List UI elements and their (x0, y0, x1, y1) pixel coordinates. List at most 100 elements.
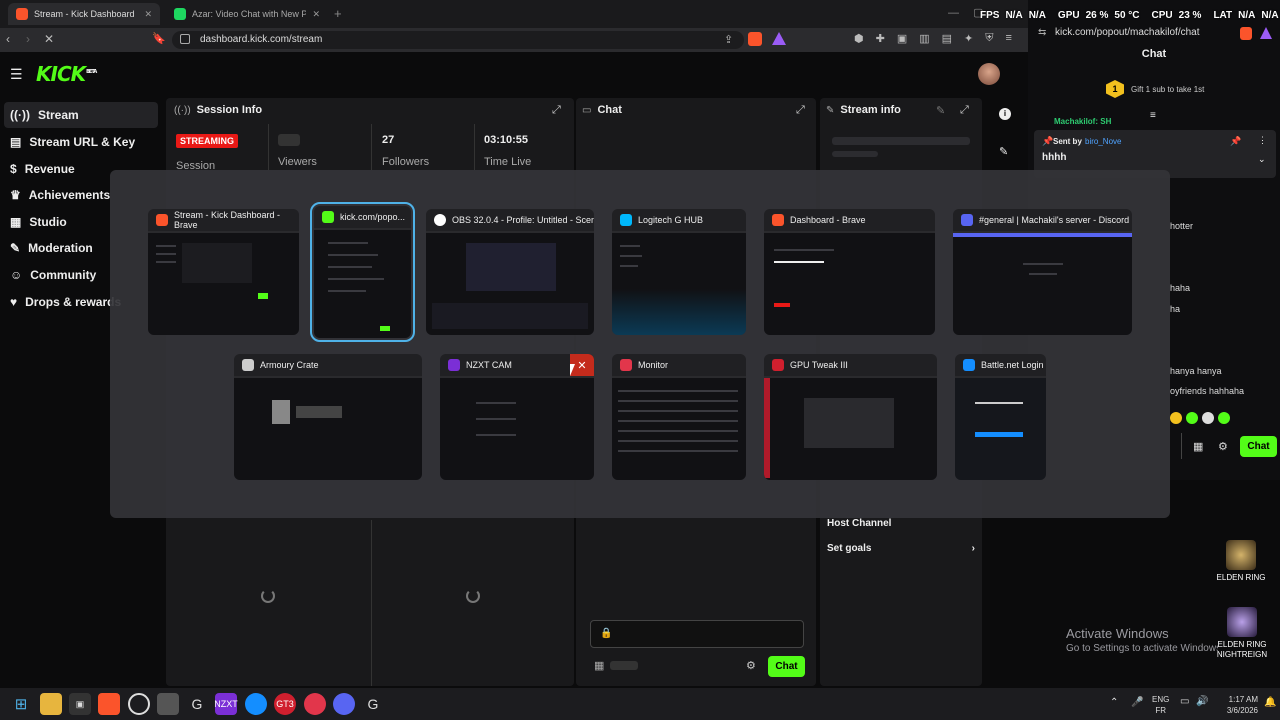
store-icon[interactable]: ▣ (69, 693, 91, 715)
pencil-icon[interactable]: ✎ (999, 145, 1008, 158)
tab-title: Azar: Video Chat with New People (192, 9, 307, 19)
ghub-taskbar-icon[interactable]: G (186, 693, 208, 715)
ghub-taskbar-icon-2[interactable]: G (362, 693, 384, 715)
switcher-card-kick-popout[interactable]: kick.com/popo... (310, 202, 415, 342)
pinned-text: hhhh (1042, 152, 1067, 163)
expand-icon[interactable]: ⤢ (796, 104, 805, 117)
close-tab-icon[interactable]: ✕ (312, 9, 320, 20)
card-title: Battle.net Login (981, 360, 1044, 370)
brave-shields-icon[interactable] (1240, 27, 1252, 40)
volume-icon[interactable]: 🔊 (1196, 696, 1208, 707)
microphone-icon[interactable]: 🎤 (1131, 697, 1143, 708)
send-chat-button[interactable]: Chat (768, 656, 805, 677)
nzxt-taskbar-icon[interactable]: NZXT (214, 693, 238, 715)
emote-icon[interactable] (1202, 412, 1214, 424)
switcher-card-armoury-crate[interactable]: Armoury Crate (234, 354, 422, 480)
brave-rewards-icon[interactable] (1260, 27, 1272, 39)
sidebar-item-label: Revenue (24, 162, 75, 176)
emote-store-icon[interactable]: ▦ (594, 659, 604, 672)
switcher-card-kick-dashboard[interactable]: Stream - Kick Dashboard - Brave (148, 209, 299, 335)
settings-gear-icon[interactable]: ⚙ (1218, 440, 1228, 453)
host-channel-link[interactable]: Host Channel (827, 518, 891, 529)
battlenet-taskbar-icon[interactable] (245, 693, 267, 715)
more-options-icon[interactable]: ⋮ (1258, 135, 1267, 146)
file-explorer-icon[interactable] (40, 693, 62, 715)
card-title: OBS 32.0.4 - Profile: Untitled - Scene..… (452, 215, 594, 225)
filter-icon[interactable]: ≡ (1150, 110, 1156, 121)
brave-rewards-icon[interactable] (772, 32, 786, 45)
notifications-icon[interactable]: 🔔 (1264, 697, 1276, 708)
switcher-card-logitech-ghub[interactable]: Logitech G HUB (612, 209, 746, 335)
switcher-card-obs[interactable]: OBS 32.0.4 - Profile: Untitled - Scene..… (426, 209, 594, 335)
wallet-icon[interactable]: ▤ (942, 32, 952, 48)
forward-icon[interactable]: › (26, 32, 30, 46)
expand-icon[interactable]: ⤢ (960, 104, 969, 117)
address-bar[interactable]: dashboard.kick.com/stream (172, 31, 744, 49)
settings-gear-icon[interactable]: ⚙ (746, 659, 756, 672)
monitor-taskbar-icon[interactable] (304, 693, 326, 715)
extension-icon[interactable]: ⬢ (854, 32, 864, 48)
sidebar-item-stream[interactable]: ((·)) Stream (4, 102, 158, 128)
browser-tab-azar[interactable]: Azar: Video Chat with New People ✕ (166, 3, 328, 25)
window-thumbnail (764, 378, 937, 480)
chat-bubble-icon: ▭ (582, 104, 592, 116)
hamburger-menu-icon[interactable]: ☰ (10, 66, 23, 83)
switcher-card-gpu-tweak[interactable]: GPU Tweak III (764, 354, 937, 480)
menu-icon[interactable]: ≡ (1006, 32, 1012, 48)
pin-toggle-icon[interactable]: 📌 (1230, 136, 1241, 147)
clock[interactable]: 1:17 AM 3/6/2026 (1212, 694, 1258, 716)
discord-taskbar-icon[interactable] (333, 693, 355, 715)
set-goals-row[interactable]: Set goals › (827, 543, 975, 554)
emote-icon[interactable] (1186, 412, 1198, 424)
popout-url: kick.com/popout/machakilof/chat (1055, 27, 1200, 38)
emote-icon[interactable] (1170, 412, 1182, 424)
switcher-card-dashboard-brave[interactable]: Dashboard - Brave (764, 209, 935, 335)
sidebar-icon[interactable]: ▥ (919, 32, 929, 48)
emote-icon[interactable] (1218, 412, 1230, 424)
lat-value: N/A (1238, 10, 1256, 21)
browser-tab-kick-dashboard[interactable]: Stream - Kick Dashboard ✕ (8, 3, 160, 25)
popout-address-bar[interactable]: ⇆ kick.com/popout/machakilof/chat (1034, 27, 1278, 45)
windows-start-icon[interactable]: ⊞ (10, 693, 32, 715)
site-settings-icon[interactable] (180, 34, 190, 44)
switcher-card-monitor[interactable]: Monitor (612, 354, 746, 480)
tab-search-icon[interactable]: ▣ (897, 32, 907, 48)
gpu-tweak-taskbar-icon[interactable]: GT3 (274, 693, 296, 715)
switcher-card-discord[interactable]: #general | Machakil's server - Discord (953, 209, 1132, 335)
obs-taskbar-icon[interactable] (128, 693, 150, 715)
tray-chevron-up-icon[interactable]: ⌃ (1110, 697, 1118, 708)
puzzle-icon[interactable]: ✚ (876, 32, 885, 48)
expand-icon[interactable]: ⤢ (552, 104, 561, 117)
edit-icon[interactable]: ✎ (936, 104, 945, 117)
share-icon[interactable]: ⇪ (724, 33, 733, 46)
switcher-card-battlenet[interactable]: Battle.net Login (955, 354, 1046, 480)
new-tab-icon[interactable]: + (334, 6, 342, 21)
sidebar-item-stream-url-key[interactable]: ▤ Stream URL & Key (4, 129, 158, 155)
back-icon[interactable]: ‹ (6, 32, 10, 46)
avatar[interactable] (978, 63, 1000, 85)
brave-shields-icon[interactable] (748, 32, 762, 46)
sent-by-user[interactable]: biro_Nove (1085, 137, 1121, 146)
desktop-icon-elden-ring-nightreign[interactable]: ELDEN RING NIGHTREIGN (1214, 607, 1270, 660)
followers-count: 27 (382, 134, 395, 146)
site-settings-icon: ⇆ (1038, 27, 1047, 38)
chat-input[interactable]: 🔒 (590, 620, 804, 648)
desktop-icon-elden-ring[interactable]: ELDEN RING (1214, 540, 1268, 582)
chevron-down-icon[interactable]: ⌄ (1258, 154, 1266, 165)
network-icon[interactable]: ▭ (1180, 696, 1189, 707)
vpn-icon[interactable]: ⛨ (985, 32, 993, 48)
leo-icon[interactable]: ✦ (964, 32, 973, 48)
armoury-taskbar-icon[interactable] (157, 693, 179, 715)
placeholder-bar (610, 661, 638, 670)
brave-taskbar-icon[interactable] (98, 693, 120, 715)
bookmark-icon[interactable]: 🔖 (152, 32, 166, 45)
language-indicator[interactable]: ENG FR (1152, 694, 1169, 716)
stop-loading-icon[interactable]: ✕ (44, 32, 54, 46)
gift-text[interactable]: Gift 1 sub to take 1st (1131, 85, 1204, 94)
window-thumbnail (953, 233, 1132, 335)
close-tab-icon[interactable]: ✕ (144, 9, 152, 20)
emote-store-icon[interactable]: ▦ (1193, 440, 1203, 453)
popout-send-chat-button[interactable]: Chat (1240, 436, 1277, 457)
kick-logo[interactable]: KICKBETA (36, 62, 97, 86)
info-icon[interactable]: i (999, 108, 1011, 120)
